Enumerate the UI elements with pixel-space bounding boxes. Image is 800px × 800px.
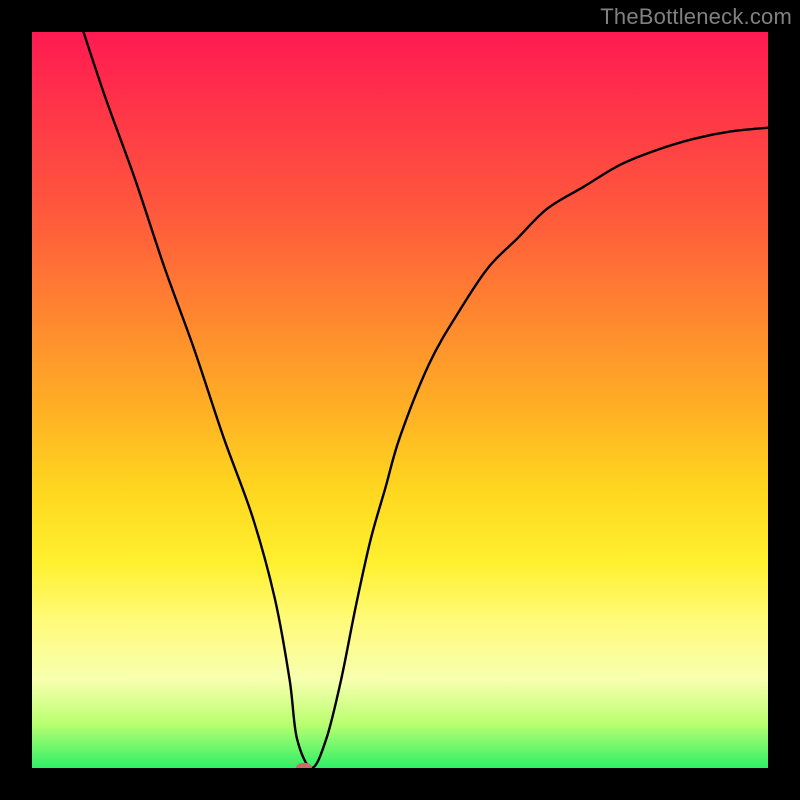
watermark-text: TheBottleneck.com: [600, 4, 792, 30]
curve-svg: [32, 32, 768, 768]
plot-area: [32, 32, 768, 768]
optimal-point-marker: [296, 763, 312, 768]
bottleneck-curve: [84, 32, 768, 768]
chart-frame: TheBottleneck.com: [0, 0, 800, 800]
